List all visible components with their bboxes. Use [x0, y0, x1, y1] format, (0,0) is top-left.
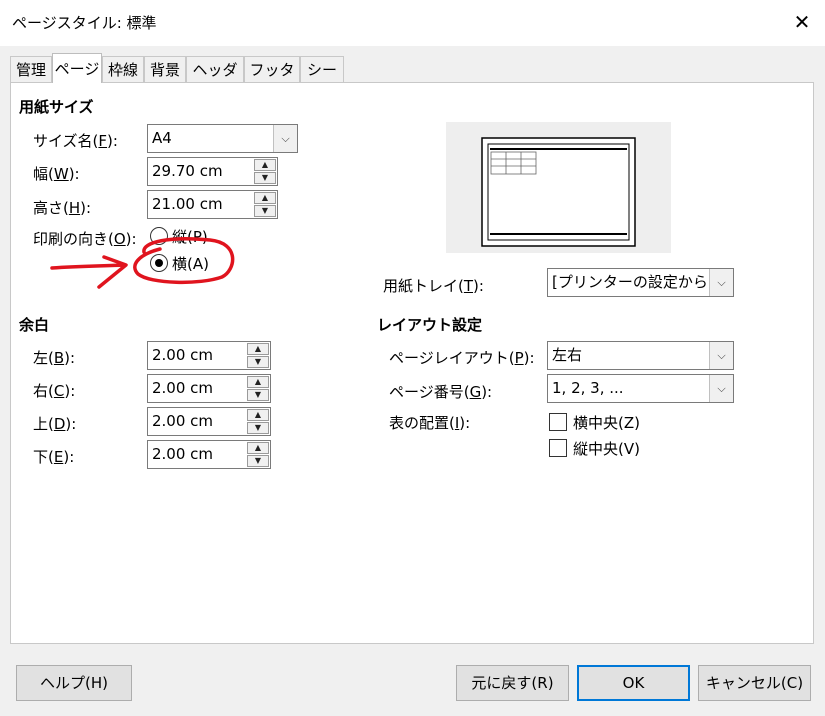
paper-tray-value: [プリンターの設定から]	[552, 273, 714, 291]
chevron-down-icon[interactable]: ⌵	[709, 342, 733, 369]
center-horizontal-checkbox[interactable]	[549, 413, 567, 431]
margin-bottom-label: 下(E):	[33, 448, 75, 466]
layout-settings-heading: レイアウト設定	[377, 316, 483, 334]
center-vertical-label[interactable]: 縦中央(V)	[573, 438, 640, 459]
chevron-down-icon[interactable]: ⌵	[709, 375, 733, 402]
page-layout-value: 左右	[552, 346, 583, 364]
spin-up-icon[interactable]: ▲	[247, 343, 269, 355]
hand-drawn-circle-icon	[133, 236, 235, 285]
spin-down-icon[interactable]: ▼	[247, 389, 269, 401]
page-layout-dropdown[interactable]: 左右 ⌵	[547, 341, 734, 370]
center-vertical-checkbox[interactable]	[549, 439, 567, 457]
margin-bottom-value: 2.00 cm	[152, 445, 214, 463]
chevron-down-icon[interactable]: ⌵	[709, 269, 733, 296]
margins-heading: 余白	[19, 316, 50, 334]
page-preview-graphic	[481, 137, 636, 247]
margin-right-spinbox[interactable]: 2.00 cm ▲ ▼	[147, 374, 271, 403]
margin-top-spinbox[interactable]: 2.00 cm ▲ ▼	[147, 407, 271, 436]
reset-button[interactable]: 元に戻す(R)	[456, 665, 569, 701]
table-alignment-label: 表の配置(I):	[389, 414, 471, 432]
page-number-value: 1, 2, 3, ...	[552, 379, 624, 397]
spin-down-icon[interactable]: ▼	[247, 455, 269, 467]
margin-top-value: 2.00 cm	[152, 412, 214, 430]
page-layout-label: ページレイアウト(P):	[389, 349, 535, 367]
hand-drawn-arrow-icon	[50, 255, 128, 289]
margin-top-label: 上(D):	[33, 415, 77, 433]
page-number-dropdown[interactable]: 1, 2, 3, ... ⌵	[547, 374, 734, 403]
margin-bottom-spinbox[interactable]: 2.00 cm ▲ ▼	[147, 440, 271, 469]
tab-page[interactable]: ページ	[52, 53, 102, 83]
margin-right-label: 右(C):	[33, 382, 76, 400]
ok-button[interactable]: OK	[577, 665, 690, 701]
cancel-button[interactable]: キャンセル(C)	[698, 665, 811, 701]
spin-up-icon[interactable]: ▲	[247, 376, 269, 388]
margin-left-value: 2.00 cm	[152, 346, 214, 364]
spin-down-icon[interactable]: ▼	[247, 356, 269, 368]
margin-left-label: 左(B):	[33, 349, 76, 367]
center-horizontal-label[interactable]: 横中央(Z)	[573, 412, 640, 433]
margin-left-spinbox[interactable]: 2.00 cm ▲ ▼	[147, 341, 271, 370]
paper-tray-label: 用紙トレイ(T):	[383, 277, 484, 295]
spin-up-icon[interactable]: ▲	[247, 442, 269, 454]
page-number-label: ページ番号(G):	[389, 383, 493, 401]
spin-up-icon[interactable]: ▲	[247, 409, 269, 421]
spin-down-icon[interactable]: ▼	[247, 422, 269, 434]
paper-tray-dropdown[interactable]: [プリンターの設定から] ⌵	[547, 268, 734, 297]
help-button[interactable]: ヘルプ(H)	[16, 665, 132, 701]
margin-right-value: 2.00 cm	[152, 379, 214, 397]
